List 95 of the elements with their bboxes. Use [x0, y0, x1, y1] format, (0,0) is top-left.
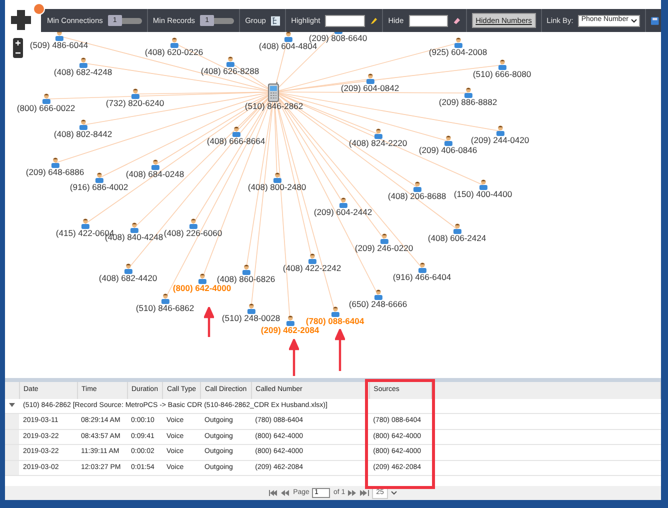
- last-page-icon[interactable]: [360, 490, 370, 496]
- person-icon: [42, 93, 50, 104]
- phone-number-label: (408) 606-2424: [428, 234, 486, 242]
- pan-control-icon[interactable]: [10, 9, 32, 31]
- phone-number-label: (408) 206-8688: [388, 192, 446, 200]
- phone-number-label: (408) 802-8442: [54, 130, 112, 138]
- phone-number-label: (408) 422-2242: [282, 264, 342, 272]
- caret-icon[interactable]: [631, 18, 638, 22]
- phone-number-label: (800) 666-0022: [16, 104, 76, 112]
- phone-number-label: (209) 462-2084: [260, 326, 320, 334]
- person-icon: [150, 159, 160, 170]
- phone-number-label: (408) 800-2480: [248, 183, 306, 192]
- person-icon: [124, 263, 132, 274]
- person-icon: [444, 135, 452, 146]
- phone-number-label: (209) 886-8882: [438, 98, 498, 106]
- phone-number-label: (408) 666-8664: [206, 137, 266, 146]
- person-icon: [374, 128, 382, 139]
- phone-number-label: (209) 808-6640: [308, 34, 368, 42]
- person-icon: [198, 273, 206, 284]
- phone-number-label: (408) 684-0248: [126, 170, 184, 178]
- hide-field[interactable]: [408, 14, 448, 26]
- phone-number-label: (209) 604-0842: [340, 84, 400, 92]
- phone-number-label: (916) 466-6404: [392, 273, 452, 282]
- person-icon: [94, 172, 104, 183]
- arrow-annotation: [204, 307, 214, 338]
- person-icon: [330, 306, 340, 317]
- person-icon: [418, 262, 426, 273]
- zoom-control-icon[interactable]: [13, 38, 23, 58]
- person-icon: [308, 253, 316, 264]
- person-icon: [478, 179, 488, 190]
- person-icon: [130, 88, 140, 99]
- phone-number-label: (800) 642-4000: [172, 284, 232, 292]
- phone-number-label: (209) 648-6886: [26, 168, 84, 176]
- person-icon: [496, 125, 504, 136]
- eraser-icon[interactable]: [453, 16, 461, 26]
- person-icon: [464, 87, 472, 98]
- phone-number-label: (209) 406-0846: [418, 146, 478, 154]
- phone-number-label: (209) 244-0420: [470, 136, 530, 144]
- phone-number-label: (780) 088-6404: [306, 317, 364, 326]
- phone-number-label: (408) 626-8288: [200, 67, 260, 76]
- person-icon: [284, 31, 292, 42]
- highlight-field[interactable]: [325, 14, 365, 26]
- arrow-annotation: [335, 329, 345, 372]
- phone-number-label: (509) 486-6044: [30, 41, 88, 50]
- phone-number-label: (408) 682-4420: [98, 274, 158, 282]
- person-icon: [454, 37, 462, 48]
- person-icon: [380, 233, 388, 244]
- phone-number-label: (732) 820-6240: [106, 99, 164, 108]
- person-icon: [498, 59, 506, 70]
- arrow-annotation: [289, 339, 299, 377]
- phone-number-label: (510) 248-0028: [222, 314, 280, 322]
- person-icon: [412, 181, 422, 192]
- person-icon: [170, 37, 178, 48]
- phone-number-label: (209) 604-2442: [314, 208, 372, 216]
- phone-number-label: (408) 682-4248: [54, 68, 112, 76]
- phone-number-label: (408) 604-4804: [258, 42, 318, 50]
- person-icon: [78, 57, 88, 68]
- phone-number-label: (209) 246-0220: [354, 244, 414, 252]
- collapse-toolbar-button[interactable]: [33, 3, 45, 15]
- save-icon[interactable]: [651, 16, 659, 26]
- next-page-icon[interactable]: [348, 490, 358, 496]
- person-icon: [188, 218, 198, 229]
- person-icon: [366, 73, 374, 84]
- person-icon: [226, 56, 234, 67]
- person-icon: [286, 315, 294, 326]
- person-icon: [246, 303, 256, 314]
- person-icon: [232, 126, 240, 137]
- phone-number-label: (650) 248-6666: [348, 300, 408, 308]
- first-page-icon[interactable]: [269, 490, 278, 496]
- person-icon: [50, 157, 60, 168]
- person-icon: [242, 264, 250, 275]
- person-icon: [160, 293, 170, 304]
- group-icon[interactable]: [270, 14, 280, 26]
- highlighter-icon[interactable]: [370, 16, 378, 26]
- person-icon: [78, 119, 88, 130]
- phone-number-label: (510) 846-6862: [136, 304, 194, 312]
- person-icon: [272, 172, 282, 183]
- person-icon: [338, 197, 348, 208]
- phone-number-label: (150) 400-4400: [454, 190, 512, 198]
- phone-number-label: (510) 846-2862: [244, 102, 304, 110]
- phone-number-label: (925) 604-2008: [428, 48, 488, 56]
- phone-number-label: (408) 824-2220: [348, 139, 408, 148]
- person-icon: [130, 222, 138, 233]
- caret-icon[interactable]: [390, 491, 397, 495]
- phone-number-label: (408) 226-6060: [164, 229, 222, 238]
- cellphone-icon: [268, 82, 280, 102]
- person-icon: [80, 218, 90, 229]
- expand-caret-icon[interactable]: [9, 402, 15, 407]
- phone-number-label: (510) 666-8080: [472, 70, 532, 78]
- person-icon: [452, 223, 462, 234]
- phone-number-label: (916) 686-4002: [70, 183, 128, 192]
- phone-number-label: (408) 620-0226: [144, 48, 204, 56]
- person-icon: [374, 289, 382, 300]
- phone-number-label: (408) 860-6826: [216, 275, 276, 284]
- previous-page-icon[interactable]: [281, 490, 290, 496]
